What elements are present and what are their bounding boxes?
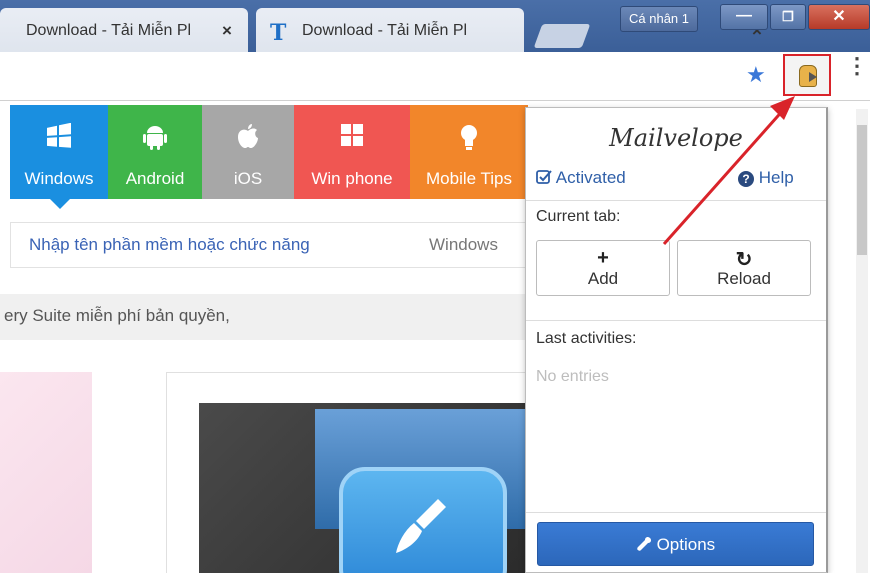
android-icon xyxy=(108,123,202,158)
activated-toggle[interactable]: Activated xyxy=(536,168,626,188)
notice-text: ery Suite miễn phí bản quyền, xyxy=(4,306,230,325)
article-thumbnail[interactable] xyxy=(0,372,92,573)
category-ios[interactable]: iOS xyxy=(202,105,294,199)
reload-label: Reload xyxy=(717,269,771,288)
article-card[interactable] xyxy=(166,372,539,573)
windows-icon xyxy=(10,122,108,156)
reload-button[interactable]: ↻ Reload xyxy=(677,240,811,296)
category-label: Windows xyxy=(24,169,94,188)
profile-button[interactable]: Cá nhân 1 xyxy=(620,6,698,32)
browser-tab-2[interactable]: T Download - Tải Miễn Pl × xyxy=(256,8,762,52)
chrome-menu-icon[interactable]: ⋮ xyxy=(846,55,868,77)
notice-bar: ery Suite miễn phí bản quyền, xyxy=(0,294,530,340)
new-tab-button[interactable] xyxy=(533,24,591,48)
add-label: Add xyxy=(587,269,619,288)
add-button[interactable]: + Add xyxy=(536,240,670,296)
padlock-icon xyxy=(799,65,817,87)
category-label: Win phone xyxy=(311,169,393,188)
help-label: Help xyxy=(758,168,794,187)
no-entries-text: No entries xyxy=(536,368,609,385)
page-scrollbar[interactable] xyxy=(856,109,868,573)
search-placeholder: Nhập tên phần mềm hoặc chức năng xyxy=(29,235,310,254)
lightbulb-icon xyxy=(410,123,528,158)
address-bar[interactable] xyxy=(0,58,775,92)
search-scope[interactable]: Windows xyxy=(429,235,498,255)
plus-icon: + xyxy=(597,247,609,269)
bookmark-star-icon[interactable]: ★ xyxy=(746,62,766,88)
checkbox-icon xyxy=(536,168,556,187)
tab-strip: Download - Tải Miễn Pl × T Download - Tả… xyxy=(0,0,870,52)
category-label: Android xyxy=(125,169,185,188)
favicon-icon: T xyxy=(270,20,287,46)
divider xyxy=(526,200,826,201)
mailvelope-popup: Mailvelope Activated ? Help Current tab:… xyxy=(525,107,828,573)
category-mobile-tips[interactable]: Mobile Tips xyxy=(410,105,528,199)
category-windows[interactable]: Windows xyxy=(10,105,108,209)
wrench-icon xyxy=(636,535,657,554)
options-button[interactable]: Options xyxy=(537,522,814,566)
maximize-button[interactable]: ❐ xyxy=(770,4,806,30)
tab-title: Download - Tải Miễn Pl xyxy=(302,22,468,39)
close-window-button[interactable]: ✕ xyxy=(808,4,870,30)
browser-toolbar xyxy=(0,52,870,101)
question-icon: ? xyxy=(738,171,754,187)
activated-label: Activated xyxy=(555,168,626,187)
divider xyxy=(526,512,826,513)
cleaner-app-icon xyxy=(339,467,507,573)
last-activities-label: Last activities: xyxy=(536,330,637,347)
tab-title: Download - Tải Miễn Pl xyxy=(26,22,192,39)
options-label: Options xyxy=(656,535,716,554)
divider xyxy=(526,320,826,321)
browser-tab-1[interactable]: Download - Tải Miễn Pl × xyxy=(0,8,248,52)
category-win-phone[interactable]: Win phone xyxy=(294,105,410,199)
windows-phone-icon xyxy=(294,123,410,154)
article-photo xyxy=(199,403,539,573)
scrollbar-thumb[interactable] xyxy=(857,125,867,255)
category-android[interactable]: Android xyxy=(108,105,202,199)
help-link[interactable]: ? Help xyxy=(738,168,794,188)
site-search-box[interactable]: Nhập tên phần mềm hoặc chức năng Windows xyxy=(10,222,530,268)
tab-close-icon[interactable]: × xyxy=(222,21,232,41)
apple-icon xyxy=(202,123,294,156)
category-label: Mobile Tips xyxy=(426,169,512,188)
popup-brand-title: Mailvelope xyxy=(609,124,743,152)
current-tab-label: Current tab: xyxy=(536,208,621,225)
category-label: iOS xyxy=(233,169,263,188)
minimize-button[interactable]: — xyxy=(720,4,768,30)
mailvelope-extension-button[interactable] xyxy=(783,54,831,96)
